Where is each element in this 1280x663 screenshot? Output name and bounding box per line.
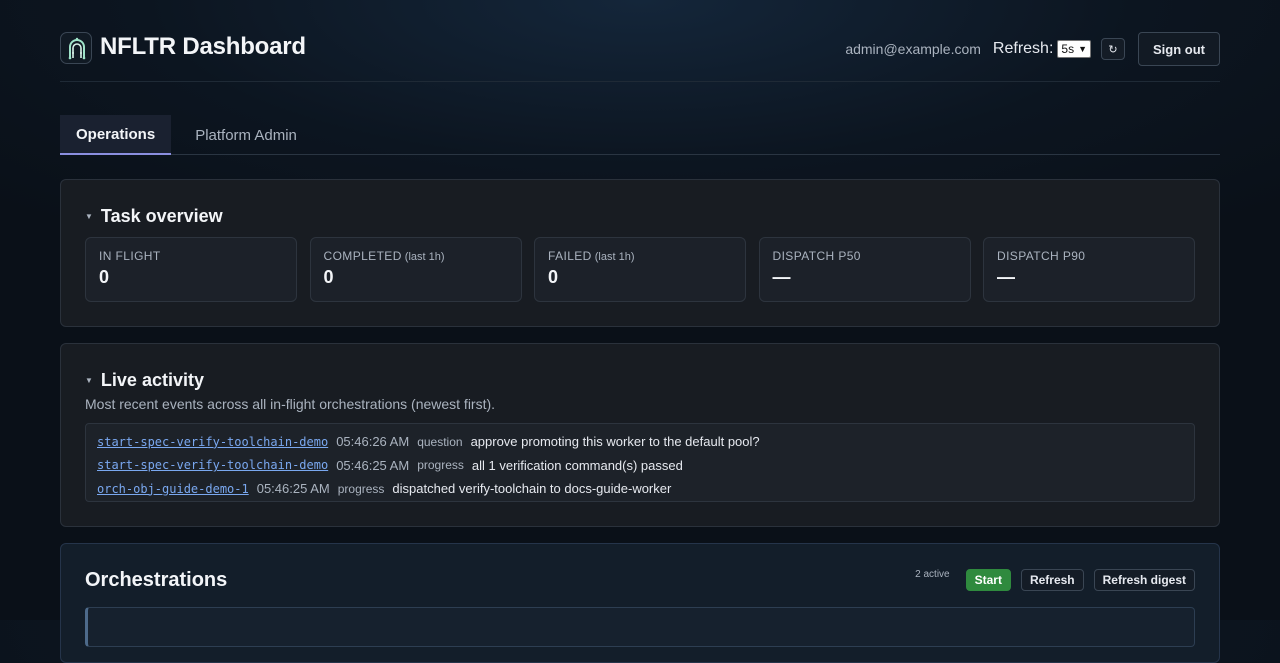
event-message: dispatched verify-toolchain to docs-guid… xyxy=(392,481,672,497)
task-overview-panel: ▼ Task overview IN FLIGHT 0 COMPLETED (la… xyxy=(60,179,1220,327)
stat-completed: COMPLETED (last 1h) 0 xyxy=(309,237,522,302)
refresh-label: Refresh: xyxy=(992,40,1054,57)
orchestrations-title: Orchestrations xyxy=(85,569,228,591)
live-activity-header[interactable]: ▼ Live activity xyxy=(85,370,204,391)
stat-value: 0 xyxy=(548,267,559,287)
tab-platform-admin[interactable]: Platform Admin xyxy=(179,115,313,155)
collapse-triangle-icon: ▼ xyxy=(85,212,93,221)
active-count: 2 active xyxy=(915,569,950,580)
list-item: start-spec-verify-toolchain-demo 05:46:2… xyxy=(97,430,1183,454)
refresh-now-button[interactable]: ↻ xyxy=(1101,38,1125,60)
event-kind: progress xyxy=(337,481,385,496)
live-activity-description: Most recent events across all in-flight … xyxy=(85,396,496,412)
stat-dispatch-p50: DISPATCH P50 — xyxy=(758,237,971,302)
orchestration-link[interactable]: orch-obj-guide-demo-1 xyxy=(97,482,249,496)
sign-out-button[interactable]: Sign out xyxy=(1138,32,1220,66)
stat-label: FAILED xyxy=(548,249,592,263)
tab-operations[interactable]: Operations xyxy=(60,115,172,155)
refresh-icon: ↻ xyxy=(1108,43,1118,56)
orchestrations-panel: Orchestrations 2 active Start Refresh Re… xyxy=(60,543,1220,663)
event-kind: progress xyxy=(417,458,464,473)
user-email: admin@example.com xyxy=(845,41,981,57)
live-activity-panel: ▼ Live activity Most recent events acros… xyxy=(60,343,1220,527)
orchestrations-controls: 2 active Start Refresh Refresh digest xyxy=(915,569,1195,591)
page-title: NFLTR Dashboard xyxy=(100,33,306,60)
stat-sublabel: (last 1h) xyxy=(594,251,635,263)
header-controls: admin@example.com Refresh: 5s ▼ ↻ Sign o… xyxy=(845,32,1220,66)
list-item: orch-obj-guide-demo-1 05:46:25 AM progre… xyxy=(97,477,1183,501)
stat-dispatch-p90: DISPATCH P90 — xyxy=(983,237,1195,302)
chevron-down-icon: ▼ xyxy=(1078,44,1087,54)
header: NFLTR Dashboard admin@example.com Refres… xyxy=(60,0,1220,82)
live-activity-title: Live activity xyxy=(100,370,204,390)
task-overview-title: Task overview xyxy=(100,206,223,226)
list-item: start-spec-verify-toolchain-demo 05:46:2… xyxy=(97,454,1183,478)
event-time: 05:46:25 AM xyxy=(256,481,330,497)
nfltr-logo-icon xyxy=(60,32,92,64)
stat-value: 0 xyxy=(99,267,110,287)
refresh-button[interactable]: Refresh xyxy=(1020,569,1084,591)
event-time: 05:46:25 AM xyxy=(336,457,410,473)
stat-failed: FAILED (last 1h) 0 xyxy=(534,237,746,302)
stat-cards: IN FLIGHT 0 COMPLETED (last 1h) 0 FAILED(… xyxy=(85,237,1195,302)
event-kind: question xyxy=(417,434,463,449)
stat-label: IN FLIGHT xyxy=(99,249,161,263)
refresh-interval-select[interactable]: 5s ▼ xyxy=(1057,40,1091,58)
tab-bar: Operations Platform Admin xyxy=(60,115,1220,155)
stat-sublabel: (last 1h) xyxy=(404,251,445,263)
collapse-triangle-icon: ▼ xyxy=(85,376,93,385)
refresh-interval-value: 5s xyxy=(1061,42,1075,56)
start-button[interactable]: Start xyxy=(965,569,1011,591)
orchestration-link[interactable]: start-spec-verify-toolchain-demo xyxy=(97,435,328,449)
event-message: approve promoting this worker to the def… xyxy=(470,434,760,450)
stat-label: COMPLETED xyxy=(323,249,402,263)
stat-label: DISPATCH P90 xyxy=(997,249,1086,263)
event-message: all 1 verification command(s) passed xyxy=(471,457,683,473)
stat-value: 0 xyxy=(323,267,334,287)
orchestration-card[interactable] xyxy=(85,607,1195,647)
event-list: start-spec-verify-toolchain-demo 05:46:2… xyxy=(85,423,1195,502)
orchestration-link[interactable]: start-spec-verify-toolchain-demo xyxy=(97,458,328,472)
stat-value: — xyxy=(772,267,791,287)
event-time: 05:46:26 AM xyxy=(336,434,410,450)
stat-value: — xyxy=(997,267,1015,287)
refresh-digest-button[interactable]: Refresh digest xyxy=(1093,569,1195,591)
stat-in-flight: IN FLIGHT 0 xyxy=(85,237,297,302)
dashboard: NFLTR Dashboard admin@example.com Refres… xyxy=(60,0,1220,663)
stat-label: DISPATCH P50 xyxy=(772,249,861,263)
task-overview-header[interactable]: ▼ Task overview xyxy=(85,206,223,227)
